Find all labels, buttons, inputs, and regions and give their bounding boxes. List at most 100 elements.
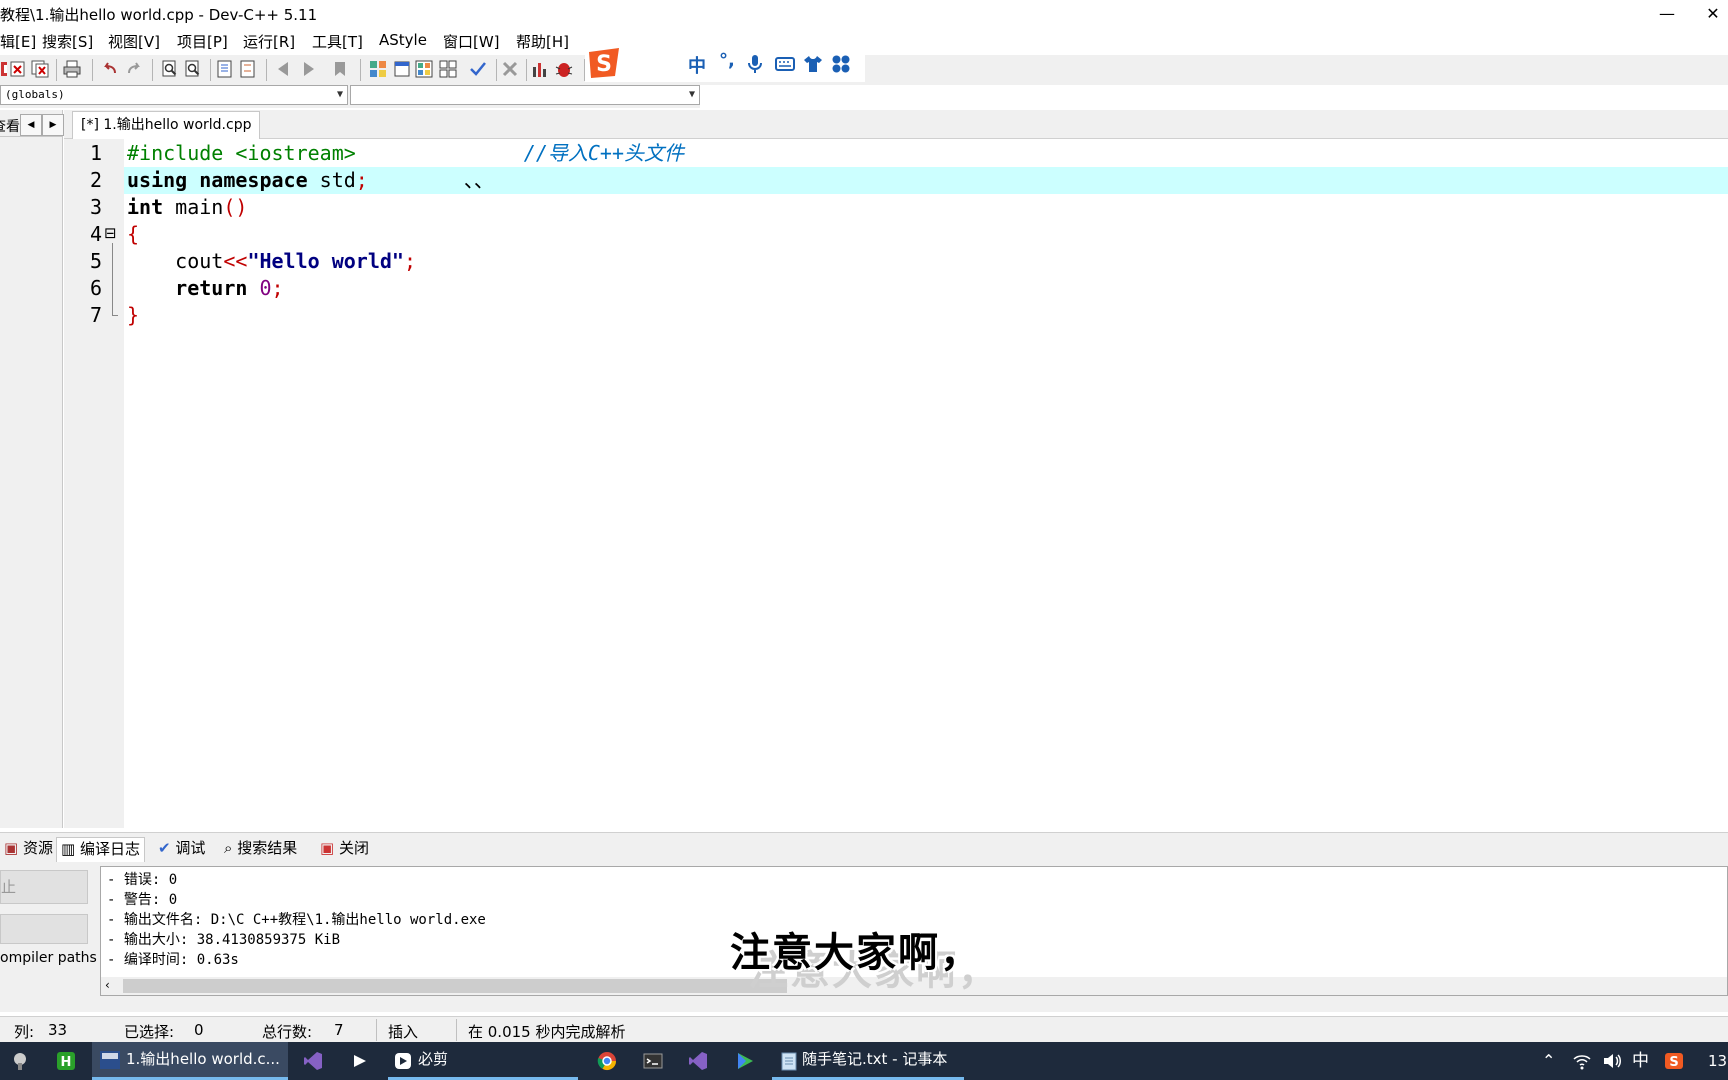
microphone-icon[interactable]: [745, 54, 765, 74]
undo-icon[interactable]: [100, 59, 120, 79]
status-divider: [456, 1019, 457, 1041]
menu-search[interactable]: 搜索[S]: [42, 31, 93, 52]
volume-icon[interactable]: [1602, 1051, 1622, 1071]
replace-icon[interactable]: [183, 59, 203, 79]
fold-toggle-icon[interactable]: ⊟: [104, 223, 117, 243]
svg-text:S: S: [1669, 1055, 1678, 1070]
close-file-icon[interactable]: [8, 59, 28, 79]
code-comment: //导入C++头文件: [523, 141, 684, 165]
run-icon[interactable]: [392, 59, 412, 79]
next-tab-icon[interactable]: ▶: [42, 114, 64, 136]
compile-icon[interactable]: [368, 59, 388, 79]
terminal-icon[interactable]: [643, 1051, 663, 1071]
log-line: - 错误: 0: [107, 872, 178, 888]
code-line-4: {: [127, 221, 139, 248]
prev-tab-icon[interactable]: ◀: [20, 114, 42, 136]
scope-select[interactable]: (globals) ▼: [0, 85, 348, 105]
semicolon: ;: [403, 249, 417, 273]
tab-label: 编译日志: [79, 840, 140, 858]
abort-button[interactable]: 止: [0, 870, 88, 904]
title-bar: 教程\1.输出hello world.cpp - Dev-C++ 5.11 — …: [0, 0, 1728, 28]
skin-shirt-icon[interactable]: [803, 54, 823, 74]
menu-run[interactable]: 运行[R]: [243, 31, 295, 52]
print-icon[interactable]: [62, 59, 82, 79]
function-select[interactable]: ▼: [350, 85, 700, 105]
indent-icon[interactable]: [215, 59, 235, 79]
sogou-tray-icon[interactable]: S: [1664, 1051, 1684, 1071]
wifi-icon[interactable]: [1572, 1051, 1592, 1071]
debug-icon[interactable]: [554, 59, 574, 79]
identifier: main: [163, 195, 224, 219]
close-all-icon[interactable]: [30, 59, 50, 79]
bookmark-icon[interactable]: [330, 59, 350, 79]
hbuilder-icon[interactable]: H: [56, 1051, 76, 1071]
menu-tools[interactable]: 工具[T]: [312, 31, 363, 52]
menu-project[interactable]: 项目[P]: [177, 31, 228, 52]
menu-view[interactable]: 视图[V]: [108, 31, 160, 52]
editor-tabs: [*] 1.输出hello world.cpp: [64, 110, 1728, 139]
unindent-icon[interactable]: [238, 59, 258, 79]
bookmark-forward-icon[interactable]: [298, 59, 318, 79]
log-line: - 输出文件名: D:\C C++教程\1.输出hello world.exe: [107, 912, 486, 928]
bookmark-back-icon[interactable]: [274, 59, 294, 79]
code-line-5: cout<<"Hello world";: [127, 248, 416, 275]
scroll-left-icon[interactable]: ‹: [105, 978, 110, 992]
rebuild-icon[interactable]: [438, 59, 458, 79]
tray-expand-icon[interactable]: ⌃: [1542, 1042, 1555, 1080]
keyboard-icon[interactable]: [775, 54, 795, 74]
semicolon: ;: [355, 168, 368, 192]
svg-text:S: S: [596, 52, 612, 77]
menu-help[interactable]: 帮助[H]: [516, 31, 569, 52]
preprocessor-directive: #include <iostream>: [127, 141, 356, 165]
string-literal: "Hello world": [247, 249, 404, 273]
taskbar-label: 随手笔记.txt - 记事本: [802, 1050, 948, 1068]
close-button[interactable]: ✕: [1690, 0, 1728, 28]
ime-punct[interactable]: °,: [719, 50, 735, 71]
menu-window[interactable]: 窗口[W]: [443, 31, 500, 52]
visual-studio-icon[interactable]: [303, 1051, 323, 1071]
app-icon[interactable]: [10, 1051, 30, 1071]
tab-compile-log[interactable]: ▥ 编译日志: [56, 837, 145, 862]
shorten-paths-button[interactable]: [0, 914, 88, 944]
tab-search-results[interactable]: ⌕ 搜索结果: [220, 837, 301, 861]
syntax-check-icon[interactable]: [468, 59, 488, 79]
compile-run-icon[interactable]: [414, 59, 434, 79]
tray-ime-lang[interactable]: 中: [1632, 1042, 1649, 1080]
tab-file[interactable]: [*] 1.输出hello world.cpp: [72, 111, 261, 139]
open-brace: {: [127, 222, 140, 246]
redo-icon[interactable]: [124, 59, 144, 79]
player-icon[interactable]: [735, 1051, 755, 1071]
find-icon[interactable]: [160, 59, 180, 79]
code-line-3: int main(): [127, 194, 247, 221]
stop-icon[interactable]: [500, 59, 520, 79]
sogou-logo-icon[interactable]: S: [585, 44, 623, 82]
chart-icon[interactable]: [530, 59, 550, 79]
col-value: 33: [48, 1021, 68, 1039]
taskbar: H 1.输出hello world.c... 必剪 随手笔记.txt - 记事本…: [0, 1042, 1728, 1080]
ime-lang[interactable]: 中: [688, 52, 706, 78]
taskbar-item-devcpp[interactable]: 1.输出hello world.c...: [92, 1042, 288, 1080]
chrome-icon[interactable]: [597, 1051, 617, 1071]
tab-close[interactable]: ▣ 关闭: [316, 837, 373, 861]
total-lines-label: 总行数:: [262, 1023, 313, 1041]
minimize-button[interactable]: —: [1644, 0, 1690, 28]
panel-tab-view[interactable]: 查看: [0, 116, 20, 136]
taskbar-item-bijian[interactable]: 必剪: [388, 1042, 578, 1080]
scrollbar-thumb[interactable]: [123, 979, 787, 993]
number-literal: 0: [259, 276, 272, 300]
window-title: 教程\1.输出hello world.cpp - Dev-C++ 5.11: [0, 6, 318, 24]
visual-studio-icon[interactable]: [688, 1051, 708, 1071]
chart-icon: ▥: [61, 840, 76, 858]
media-app-icon[interactable]: [350, 1051, 370, 1071]
apps-grid-icon[interactable]: [831, 54, 851, 74]
menu-edit[interactable]: 辑[E]: [0, 31, 36, 52]
check-icon: ✔: [158, 839, 171, 857]
tab-debug[interactable]: ✔ 调试: [154, 837, 209, 861]
taskbar-item-notepad[interactable]: 随手笔记.txt - 记事本: [772, 1042, 964, 1080]
code-editor[interactable]: 1 2 3 4 5 6 7 ⊟ #include <iostream> //导入C…: [64, 139, 1728, 828]
menu-astyle[interactable]: AStyle: [379, 31, 427, 49]
clock: 13: [1708, 1052, 1728, 1070]
tab-resources[interactable]: ▣ 资源: [0, 837, 57, 861]
notepad-icon: [781, 1052, 797, 1071]
line-number: 7: [89, 303, 102, 327]
